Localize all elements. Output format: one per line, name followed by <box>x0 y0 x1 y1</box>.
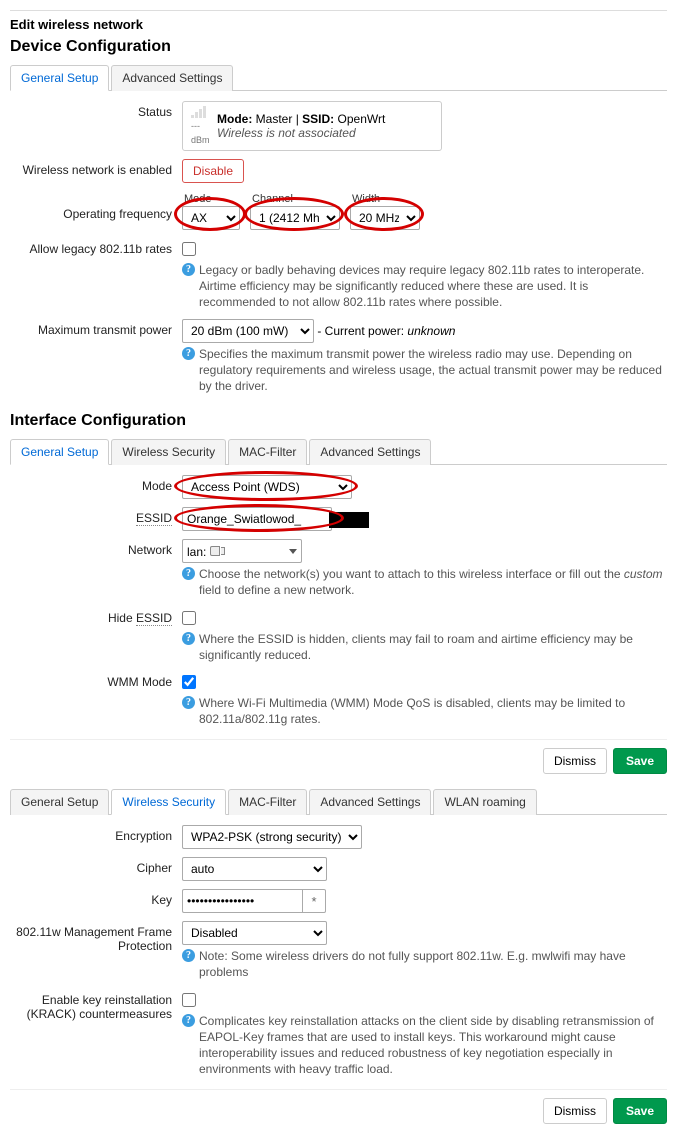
interface-tabs: General Setup Wireless Security MAC-Filt… <box>10 438 667 465</box>
freq-channel-header: Channel <box>252 193 340 205</box>
signal-icon: --- dBm <box>191 106 211 146</box>
network-label: Network <box>10 539 182 557</box>
tab-if-advanced[interactable]: Advanced Settings <box>309 439 431 465</box>
essid-input[interactable] <box>182 507 332 531</box>
mfp-hint: Note: Some wireless drivers do not fully… <box>199 948 667 980</box>
mfp-label: 802.11w Management Frame Protection <box>10 921 182 953</box>
power-current: - Current power: unknown <box>317 324 455 338</box>
hide-essid-hint: Where the ESSID is hidden, clients may f… <box>199 631 667 663</box>
freq-width-header: Width <box>352 193 420 205</box>
wmm-hint: Where Wi-Fi Multimedia (WMM) Mode QoS is… <box>199 695 667 727</box>
if-mode-select[interactable]: Access Point (WDS) <box>182 475 352 499</box>
mfp-select[interactable]: Disabled <box>182 921 327 945</box>
wmm-label: WMM Mode <box>10 671 182 689</box>
chevron-down-icon <box>289 549 297 554</box>
info-icon: ? <box>182 567 195 580</box>
status-text: Mode: Master | SSID: OpenWrt Wireless is… <box>217 112 385 140</box>
disable-button[interactable]: Disable <box>182 159 244 183</box>
tab-if-mac[interactable]: MAC-Filter <box>228 439 307 465</box>
krack-label: Enable key reinstallation (KRACK) counte… <box>10 989 182 1021</box>
save-button[interactable]: Save <box>613 748 667 774</box>
freq-mode-select[interactable]: AX <box>182 206 240 230</box>
krack-checkbox[interactable] <box>182 993 196 1007</box>
info-icon: ? <box>182 632 195 645</box>
info-icon: ? <box>182 1014 195 1027</box>
hide-essid-checkbox[interactable] <box>182 611 196 625</box>
tab-if-general[interactable]: General Setup <box>10 439 109 465</box>
key-input[interactable] <box>182 889 302 913</box>
info-icon: ? <box>182 696 195 709</box>
legacy-label: Allow legacy 802.11b rates <box>10 238 182 256</box>
cipher-label: Cipher <box>10 857 182 875</box>
tab-sec-advanced[interactable]: Advanced Settings <box>309 789 431 815</box>
info-icon: ? <box>182 263 195 276</box>
key-label: Key <box>10 889 182 907</box>
star-icon: * <box>311 894 316 909</box>
info-icon: ? <box>182 949 195 962</box>
reveal-key-button[interactable]: * <box>302 889 326 913</box>
hide-essid-label: Hide ESSID <box>10 607 182 625</box>
freq-mode-header: Mode <box>184 193 240 205</box>
page-title: Edit wireless network <box>10 17 667 32</box>
save-button-2[interactable]: Save <box>613 1098 667 1124</box>
tab-sec-mac[interactable]: MAC-Filter <box>228 789 307 815</box>
tab-advanced-settings[interactable]: Advanced Settings <box>111 65 233 91</box>
tab-general-setup[interactable]: General Setup <box>10 65 109 91</box>
legacy-hint: Legacy or badly behaving devices may req… <box>199 262 667 311</box>
redacted <box>329 512 369 528</box>
interface-config-heading: Interface Configuration <box>10 412 667 430</box>
info-icon: ? <box>182 347 195 360</box>
status-box: --- dBm Mode: Master | SSID: OpenWrt Wir… <box>182 101 442 151</box>
krack-hint: Complicates key reinstallation attacks o… <box>199 1013 667 1078</box>
power-select[interactable]: 20 dBm (100 mW) <box>182 319 314 343</box>
dismiss-button-2[interactable]: Dismiss <box>543 1098 607 1124</box>
tab-sec-roaming[interactable]: WLAN roaming <box>433 789 536 815</box>
dismiss-button[interactable]: Dismiss <box>543 748 607 774</box>
freq-channel-select[interactable]: 1 (2412 Mhz) <box>250 206 340 230</box>
frequency-label: Operating frequency <box>10 191 182 221</box>
security-tabs: General Setup Wireless Security MAC-Filt… <box>10 788 667 815</box>
essid-label: ESSID <box>10 507 182 525</box>
network-select[interactable]: lan: <box>182 539 302 563</box>
encryption-select[interactable]: WPA2-PSK (strong security) <box>182 825 362 849</box>
device-tabs: General Setup Advanced Settings <box>10 64 667 91</box>
legacy-checkbox[interactable] <box>182 242 196 256</box>
tab-if-security[interactable]: Wireless Security <box>111 439 226 465</box>
network-port-icon <box>210 544 224 556</box>
cipher-select[interactable]: auto <box>182 857 327 881</box>
wmm-checkbox[interactable] <box>182 675 196 689</box>
power-hint: Specifies the maximum transmit power the… <box>199 346 667 395</box>
if-mode-label: Mode <box>10 475 182 493</box>
tab-sec-security[interactable]: Wireless Security <box>111 789 226 815</box>
enabled-label: Wireless network is enabled <box>10 159 182 177</box>
network-hint: Choose the network(s) you want to attach… <box>199 566 667 598</box>
status-label: Status <box>10 101 182 119</box>
power-label: Maximum transmit power <box>10 319 182 337</box>
device-config-heading: Device Configuration <box>10 38 667 56</box>
freq-width-select[interactable]: 20 MHz <box>350 206 420 230</box>
encryption-label: Encryption <box>10 825 182 843</box>
tab-sec-general[interactable]: General Setup <box>10 789 109 815</box>
